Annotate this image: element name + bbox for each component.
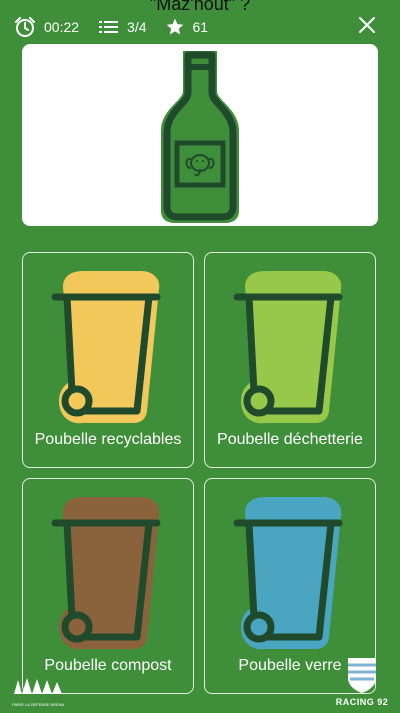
score-value: 61 bbox=[192, 19, 209, 35]
bottle-icon bbox=[161, 51, 239, 223]
trash-bin-icon bbox=[233, 497, 343, 650]
trash-bin-icon bbox=[233, 271, 343, 424]
right-logo-text: RACING 92 bbox=[335, 697, 389, 707]
trash-bin-icon bbox=[51, 497, 161, 650]
star-icon bbox=[165, 17, 185, 37]
status-bar: 00:22 3/4 61 bbox=[14, 15, 208, 39]
bin-label: Poubelle recyclables bbox=[34, 431, 182, 448]
bin-label: Poubelle déchetterie bbox=[217, 431, 363, 448]
progress-value: 3/4 bbox=[127, 19, 147, 35]
list-icon bbox=[99, 19, 119, 35]
progress: 3/4 bbox=[99, 19, 147, 35]
timer-value: 00:22 bbox=[44, 19, 80, 35]
bin-label: Poubelle compost bbox=[44, 657, 172, 674]
bin-compost[interactable]: Poubelle compost bbox=[22, 478, 194, 694]
racing-92-logo: RACING 92 bbox=[334, 654, 390, 708]
alarm-clock-icon bbox=[14, 16, 36, 38]
trash-bin-icon bbox=[51, 271, 161, 424]
bin-recyclables[interactable]: Poubelle recyclables bbox=[22, 252, 194, 468]
question-title: "Maz'hout" ? bbox=[149, 0, 251, 14]
close-icon bbox=[359, 17, 375, 33]
item-card bbox=[22, 44, 378, 226]
bin-dechetterie[interactable]: Poubelle déchetterie bbox=[204, 252, 376, 468]
timer: 00:22 bbox=[14, 16, 79, 38]
close-button[interactable] bbox=[358, 16, 376, 34]
score: 61 bbox=[165, 17, 209, 37]
left-logo-text: PARIS LA DEFENSE ARENA bbox=[12, 702, 65, 707]
paris-la-defense-arena-logo: PARIS LA DEFENSE ARENA bbox=[12, 676, 68, 707]
